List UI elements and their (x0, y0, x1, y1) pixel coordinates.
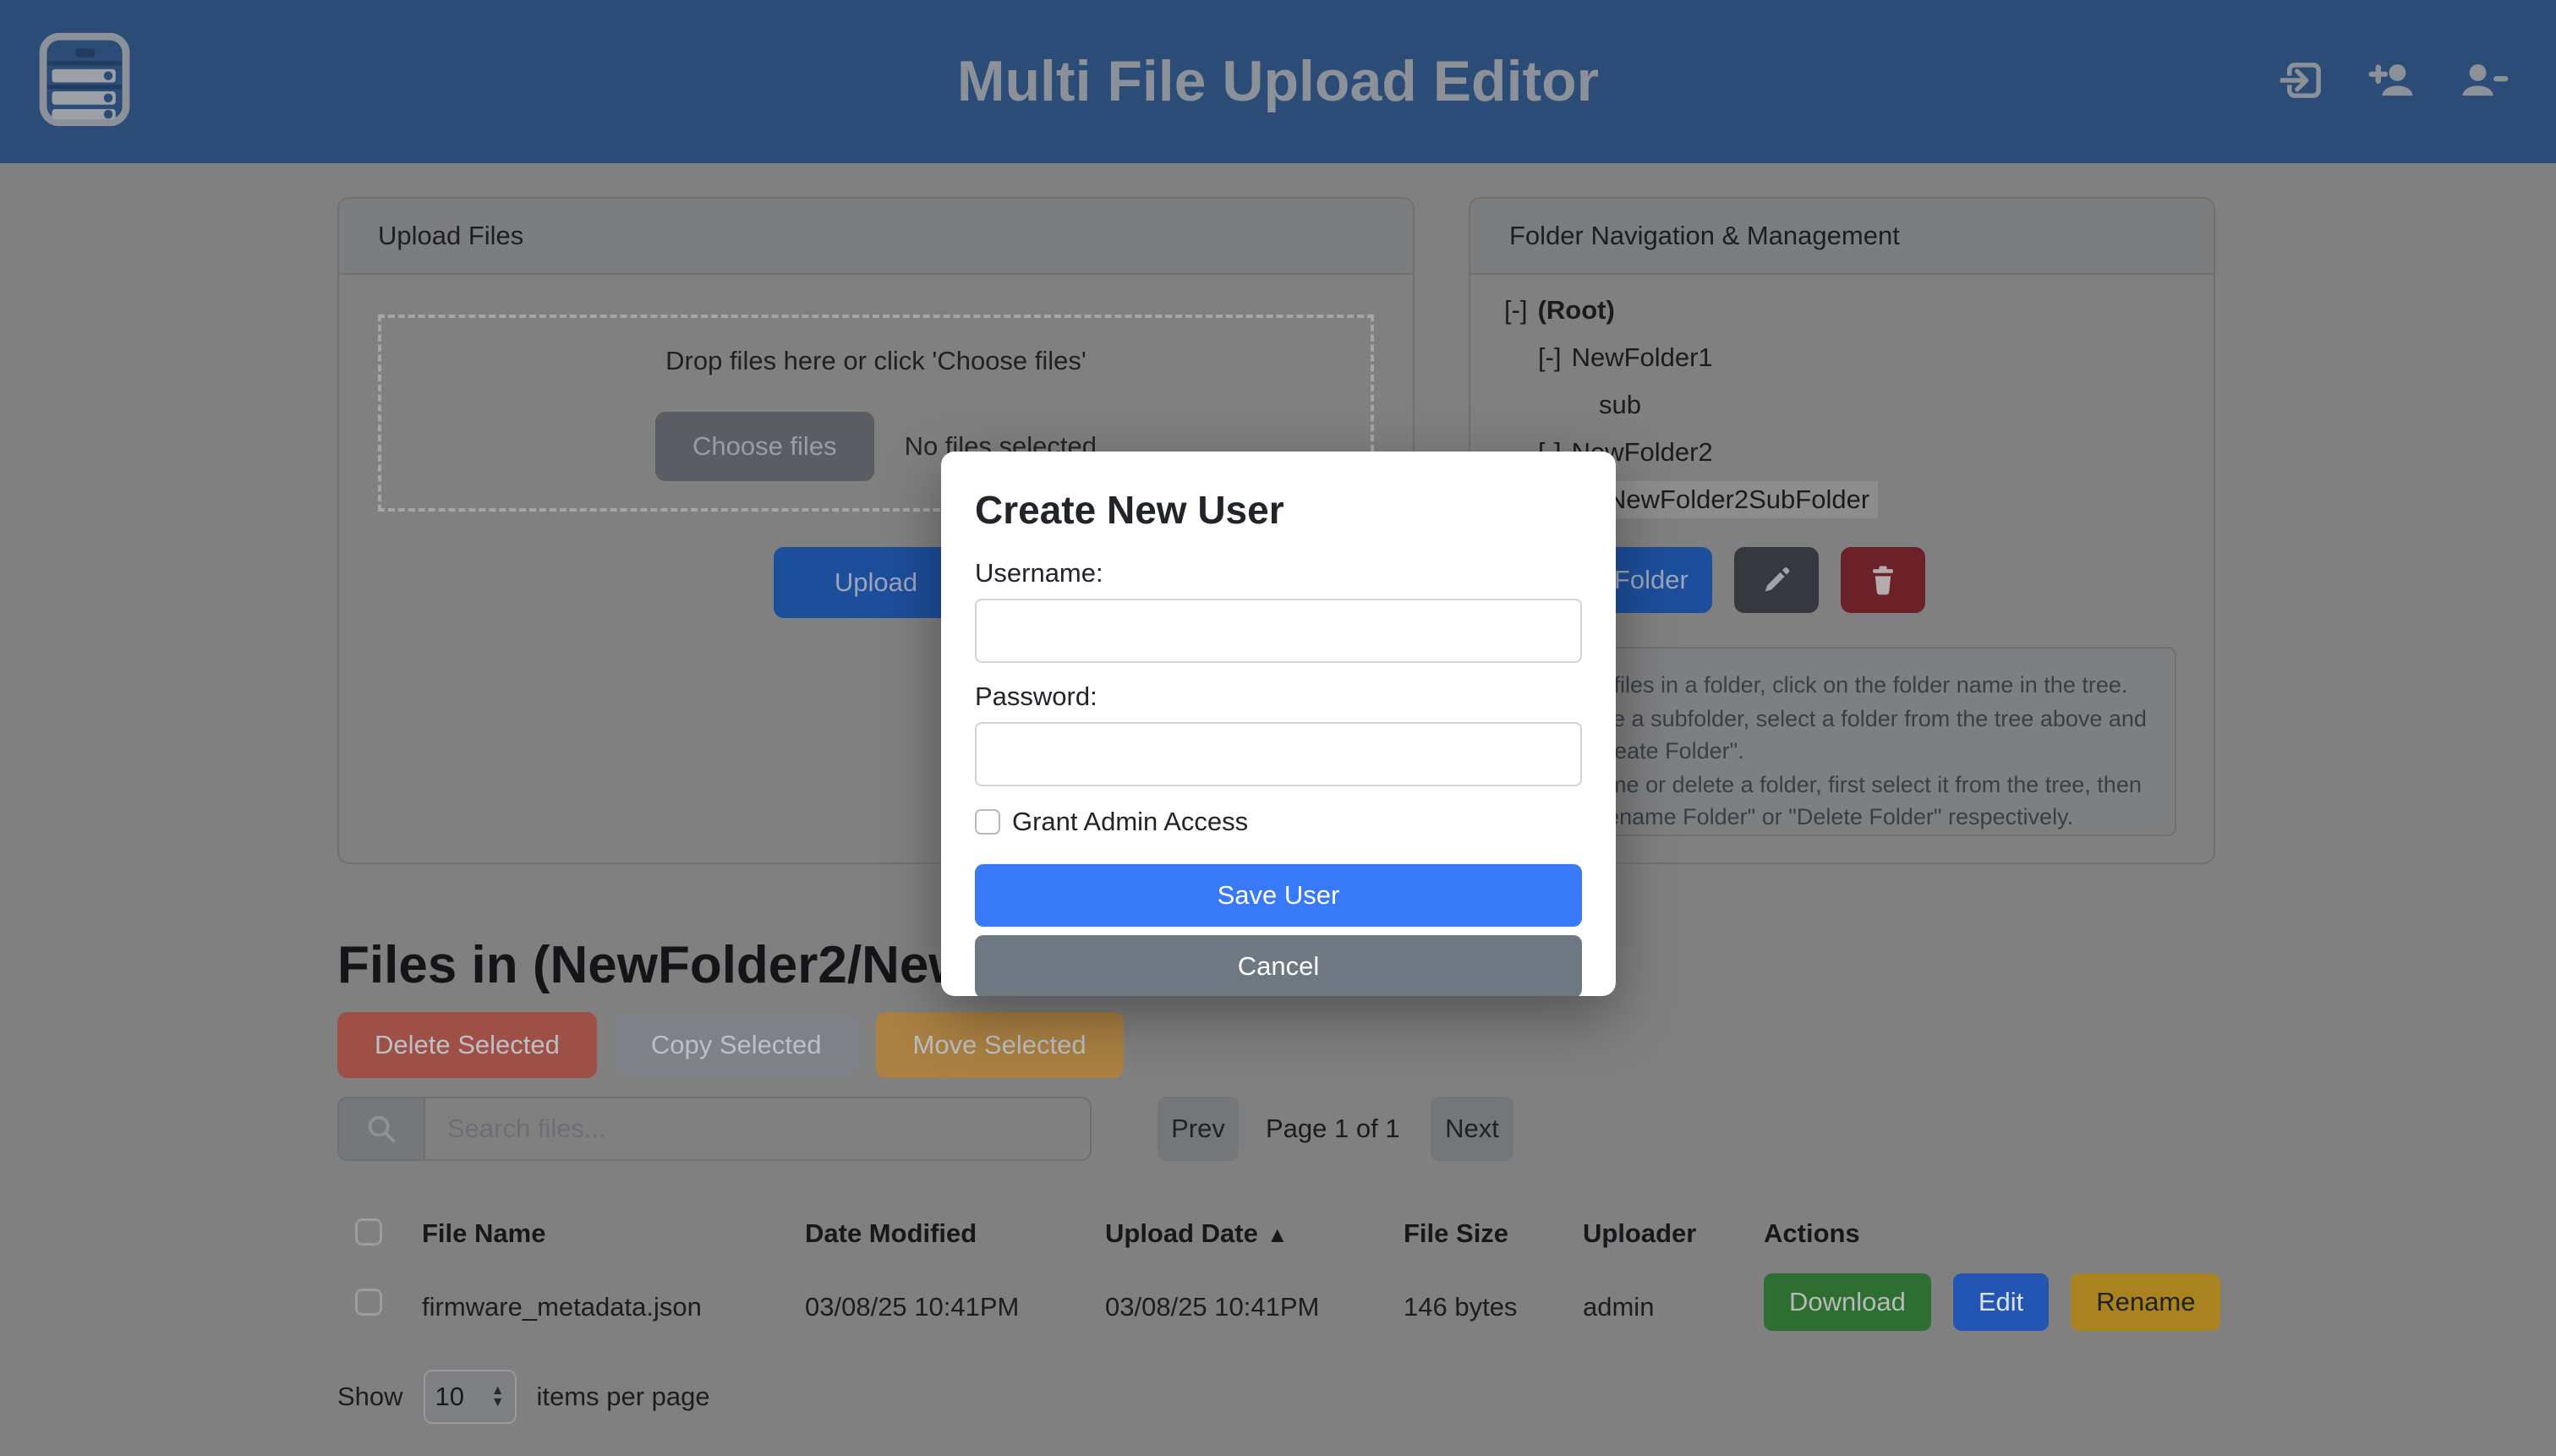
cancel-button[interactable]: Cancel (975, 935, 1582, 996)
create-user-modal: Create New User Username: Password: Gran… (941, 452, 1616, 996)
modal-title: Create New User (975, 487, 1582, 533)
username-field[interactable] (975, 599, 1582, 663)
grant-admin-checkbox[interactable] (975, 809, 1000, 835)
username-label: Username: (975, 558, 1582, 588)
grant-admin-label: Grant Admin Access (1012, 807, 1248, 837)
password-label: Password: (975, 681, 1582, 712)
password-field[interactable] (975, 722, 1582, 786)
save-user-button[interactable]: Save User (975, 864, 1582, 927)
app-screen: Multi File Upload Editor (0, 0, 2556, 1456)
grant-admin-row: Grant Admin Access (975, 807, 1582, 837)
